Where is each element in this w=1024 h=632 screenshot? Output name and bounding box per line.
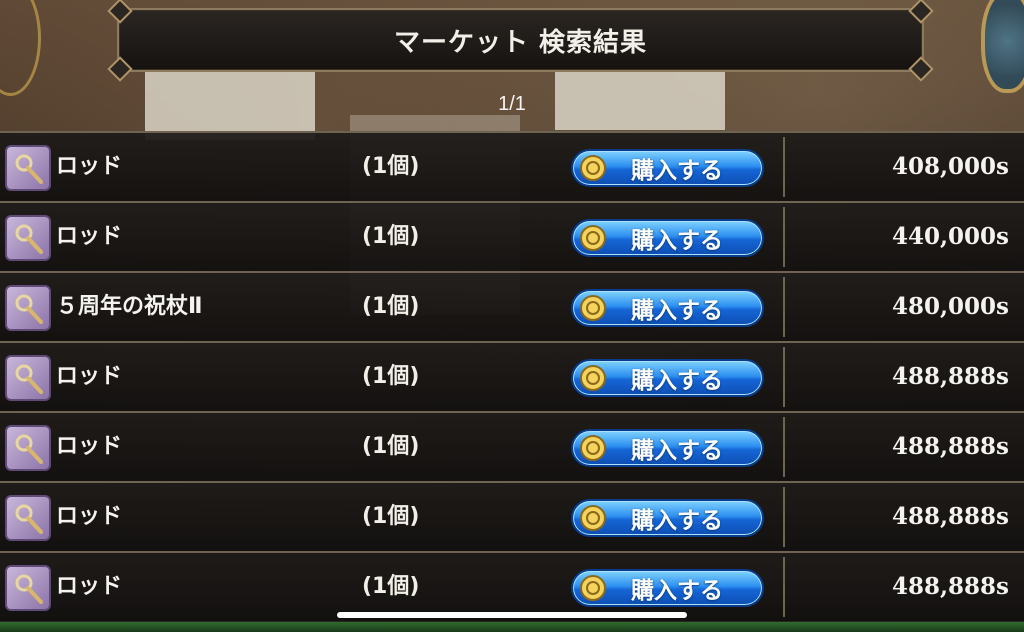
market-row: ロッド (1個) 購入する 440,000s bbox=[0, 201, 1024, 272]
rod-icon[interactable] bbox=[5, 215, 51, 261]
market-row: ロッド (1個) 購入する 488,888s bbox=[0, 481, 1024, 552]
item-name: ロッド bbox=[56, 364, 123, 389]
rod-icon[interactable] bbox=[5, 355, 51, 401]
buy-button[interactable]: 購入する bbox=[571, 289, 764, 327]
column-divider bbox=[783, 277, 785, 337]
market-row: ５周年の祝杖Ⅱ (1個) 購入する 480,000s bbox=[0, 271, 1024, 342]
page-indicator: 1/1 bbox=[498, 93, 526, 115]
rod-icon[interactable] bbox=[5, 285, 51, 331]
coin-icon bbox=[577, 222, 609, 254]
item-price: 440,000s bbox=[892, 223, 1009, 250]
item-name: ロッド bbox=[56, 504, 123, 529]
item-quantity: (1個) bbox=[362, 154, 420, 179]
buy-label: 購入する bbox=[631, 368, 723, 394]
coin-icon bbox=[577, 432, 609, 464]
column-divider bbox=[783, 487, 785, 547]
item-quantity: (1個) bbox=[362, 294, 420, 319]
home-indicator[interactable] bbox=[337, 612, 687, 618]
title-bar: マーケット 検索結果 bbox=[107, 0, 934, 82]
rod-icon[interactable] bbox=[5, 145, 51, 191]
coin-icon bbox=[577, 292, 609, 324]
rod-icon[interactable] bbox=[5, 425, 51, 471]
buy-label: 購入する bbox=[631, 508, 723, 534]
buy-label: 購入する bbox=[631, 228, 723, 254]
buy-label: 購入する bbox=[631, 438, 723, 464]
item-quantity: (1個) bbox=[362, 364, 420, 389]
column-divider bbox=[783, 557, 785, 617]
buy-button[interactable]: 購入する bbox=[571, 429, 764, 467]
item-price: 488,888s bbox=[892, 573, 1009, 600]
item-quantity: (1個) bbox=[362, 504, 420, 529]
rod-icon[interactable] bbox=[5, 495, 51, 541]
item-price: 408,000s bbox=[892, 153, 1009, 180]
buy-label: 購入する bbox=[631, 578, 723, 604]
buy-label: 購入する bbox=[631, 298, 723, 324]
item-name: ロッド bbox=[56, 154, 123, 179]
item-quantity: (1個) bbox=[362, 434, 420, 459]
item-name: ロッド bbox=[56, 434, 123, 459]
bottom-status-bar bbox=[0, 622, 1024, 632]
page-title: マーケット 検索結果 bbox=[393, 27, 648, 58]
market-row: ロッド (1個) 購入する 408,000s bbox=[0, 131, 1024, 202]
buy-button[interactable]: 購入する bbox=[571, 569, 764, 607]
item-name: ロッド bbox=[56, 224, 123, 249]
item-quantity: (1個) bbox=[362, 224, 420, 249]
buy-button[interactable]: 購入する bbox=[571, 359, 764, 397]
item-price: 488,888s bbox=[892, 433, 1009, 460]
column-divider bbox=[783, 417, 785, 477]
buy-button[interactable]: 購入する bbox=[571, 219, 764, 257]
ornament-right bbox=[981, 0, 1024, 93]
coin-icon bbox=[577, 502, 609, 534]
rod-icon[interactable] bbox=[5, 565, 51, 611]
item-quantity: (1個) bbox=[362, 574, 420, 599]
item-name: ５周年の祝杖Ⅱ bbox=[56, 294, 203, 319]
buy-button[interactable]: 購入する bbox=[571, 499, 764, 537]
market-row: ロッド (1個) 購入する 488,888s bbox=[0, 341, 1024, 412]
column-divider bbox=[783, 347, 785, 407]
buy-label: 購入する bbox=[631, 158, 723, 184]
coin-icon bbox=[577, 572, 609, 604]
buy-button[interactable]: 購入する bbox=[571, 149, 764, 187]
column-divider bbox=[783, 137, 785, 197]
item-price: 488,888s bbox=[892, 503, 1009, 530]
coin-icon bbox=[577, 362, 609, 394]
item-price: 488,888s bbox=[892, 363, 1009, 390]
coin-icon bbox=[577, 152, 609, 184]
market-row: ロッド (1個) 購入する 488,888s bbox=[0, 411, 1024, 482]
market-result-list: ロッド (1個) 購入する 408,000s ロッド (1個) 購入する 440… bbox=[0, 131, 1024, 622]
item-price: 480,000s bbox=[892, 293, 1009, 320]
column-divider bbox=[783, 207, 785, 267]
item-name: ロッド bbox=[56, 574, 123, 599]
